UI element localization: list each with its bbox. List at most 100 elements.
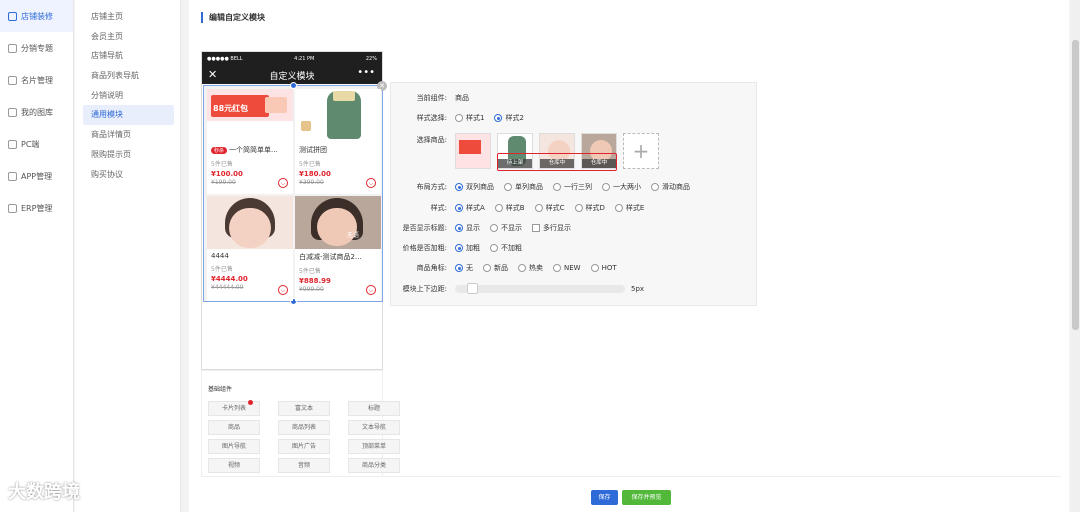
nav-distribution[interactable]: 分销专题 [0,32,73,64]
subnav-store-nav[interactable]: 店铺导航 [83,46,174,66]
secondary-sidebar: 店铺主页 会员主页 店铺导航 商品列表导航 分销说明 通用模块 商品详情页 限购… [75,0,181,512]
subnav-limit-tip[interactable]: 限购提示页 [83,145,174,165]
nav-card-manage[interactable]: 名片管理 [0,64,73,96]
layout-option[interactable]: 双列商品 [455,182,494,192]
comp-product-category[interactable]: 商品分类 [348,458,400,473]
app-root: 店铺装修 分销专题 名片管理 我的图库 PC端 APP管理 ERP管理 店铺主页… [0,0,1080,512]
new-badge [248,400,253,405]
style-option-1[interactable]: 样式1 [455,113,484,123]
nav-erp[interactable]: ERP管理 [0,192,73,224]
row-layout: 布局方式: 双列商品 单列商品 一行三列 一大两小 滑动商品 [416,182,690,192]
card-icon [8,75,17,85]
corner-option[interactable]: 热卖 [518,263,543,273]
layout-option[interactable]: 单列商品 [504,182,543,192]
comp-text-nav[interactable]: 文本导航 [348,420,400,435]
close-icon[interactable]: ✕ [208,68,217,81]
cart-icon[interactable]: ◡ [278,285,288,295]
variant-option[interactable]: 样式A [455,203,485,213]
scrollbar[interactable] [1071,0,1080,512]
footer-bar: 保存 保存并预览 [201,476,1061,512]
subnav-common-module[interactable]: 通用模块 [83,105,174,126]
row-show-title: 是否显示标题: 显示 不显示 多行显示 [402,223,571,233]
comp-title[interactable]: 标题 [348,401,400,416]
store-icon [8,11,17,21]
layout-option[interactable]: 一行三列 [553,182,592,192]
slider-handle[interactable] [467,283,478,294]
row-corner-badge: 商品角标: 无 新品 热卖 NEW HOT [416,263,617,273]
subnav-distribution-info[interactable]: 分销说明 [83,86,174,106]
comp-card-list[interactable]: 卡片列表 [208,400,260,416]
component-palette-title: 基础组件 [208,386,233,393]
corner-option[interactable]: NEW [553,264,581,272]
bold-option[interactable]: 加粗 [455,243,480,253]
cart-icon[interactable]: ◡ [366,285,376,295]
selected-product-thumb[interactable] [455,133,491,169]
component-palette: 基础组件 卡片列表 富文本 标题 商品 商品列表 文本导航 图片导航 图片广告 … [201,370,400,480]
show-title-option[interactable]: 不显示 [490,223,522,233]
phone-preview: ●●●●● BELL 4:21 PM 22% ✕ 自定义模块 ••• ✕ 88元… [201,51,387,370]
nav-gallery[interactable]: 我的图库 [0,96,73,128]
nav-store-decoration[interactable]: 店铺装修 [0,0,73,32]
phone-status-bar: ●●●●● BELL 4:21 PM 22% [202,52,382,66]
nav-pc[interactable]: PC端 [0,128,73,160]
variant-option[interactable]: 样式D [574,203,605,213]
cart-icon[interactable]: ◡ [278,178,288,188]
show-title-option[interactable]: 显示 [455,223,480,233]
product-image: 88元红包 [207,89,293,142]
row-price-bold: 价格是否加粗: 加粗 不加粗 [402,243,522,253]
highlight-box [497,153,617,171]
margin-slider[interactable] [455,283,625,294]
comp-rich-text[interactable]: 富文本 [278,401,330,416]
comp-product-list[interactable]: 商品列表 [278,420,330,435]
comp-image-nav[interactable]: 图片导航 [208,439,260,454]
comp-audio[interactable]: 音频 [278,458,330,473]
variant-option[interactable]: 样式E [614,203,644,213]
subnav-member-home[interactable]: 会员主页 [83,27,174,47]
subnav-purchase-agreement[interactable]: 购买协议 [83,165,174,185]
watermark: 大数跨境 [8,482,80,503]
subnav-product-list-nav[interactable]: 商品列表导航 [83,66,174,86]
layout-option[interactable]: 滑动商品 [651,182,690,192]
product-image [207,196,293,249]
bold-option[interactable]: 不加粗 [490,243,522,253]
subnav-store-home[interactable]: 店铺主页 [83,7,174,27]
variant-option[interactable]: 样式B [494,203,525,213]
layout-option[interactable]: 一大两小 [602,182,641,192]
multiline-checkbox[interactable]: 多行显示 [532,223,571,233]
scrollbar-thumb[interactable] [1072,40,1079,330]
erp-icon [8,203,17,213]
resize-handle-top[interactable] [290,82,297,89]
corner-option[interactable]: 无 [455,263,473,273]
corner-option[interactable]: HOT [590,264,617,272]
primary-sidebar: 店铺装修 分销专题 名片管理 我的图库 PC端 APP管理 ERP管理 [0,0,74,512]
nav-app[interactable]: APP管理 [0,160,73,192]
save-button[interactable]: 保存 [591,490,618,505]
product-card[interactable]: 4444 5件已售 ¥4444.00 ¥44444.00 ◡ [207,196,293,301]
product-card[interactable]: 88元红包 秒杀 一个简简单单... 5件已售 ¥100.00 ¥199.00 ◡ [207,89,293,194]
row-style-select: 样式选择: 样式1 样式2 [416,113,524,123]
product-card[interactable]: 测试拼团 5件已售 ¥180.00 ¥399.00 ◡ [295,89,381,194]
add-product-button[interactable]: + [623,133,659,169]
variant-option[interactable]: 样式C [534,203,565,213]
corner-option[interactable]: 新品 [483,263,508,273]
comp-image-ad[interactable]: 图片广告 [278,439,330,454]
product-card[interactable]: 无语 白减减-测试商品2... 5件已售 ¥888.99 ¥999.00 ◡ [295,196,381,301]
more-icon[interactable]: ••• [357,67,375,78]
comp-product[interactable]: 商品 [208,420,260,435]
row-current-component: 当前组件: 商品 [416,94,469,102]
product-image: 无语 [295,196,381,249]
save-preview-button[interactable]: 保存并预览 [622,490,671,505]
gallery-icon [8,107,17,117]
margin-value: 5px [631,285,645,293]
row-variant: 样式: 样式A 样式B 样式C 样式D 样式E [430,203,645,213]
cart-icon[interactable]: ◡ [366,178,376,188]
subnav-product-detail[interactable]: 商品详情页 [83,125,174,145]
product-image [295,89,381,142]
app-icon [8,171,17,181]
phone-title: 自定义模块 [269,71,315,82]
comp-top-menu[interactable]: 顶部菜单 [348,439,400,454]
comp-video[interactable]: 视频 [208,458,260,473]
goods-module[interactable]: ✕ 88元红包 秒杀 一个简简单单... 5件已售 ¥100.00 ¥199.00… [203,81,387,305]
pc-icon [8,139,17,149]
style-option-2[interactable]: 样式2 [494,113,524,123]
